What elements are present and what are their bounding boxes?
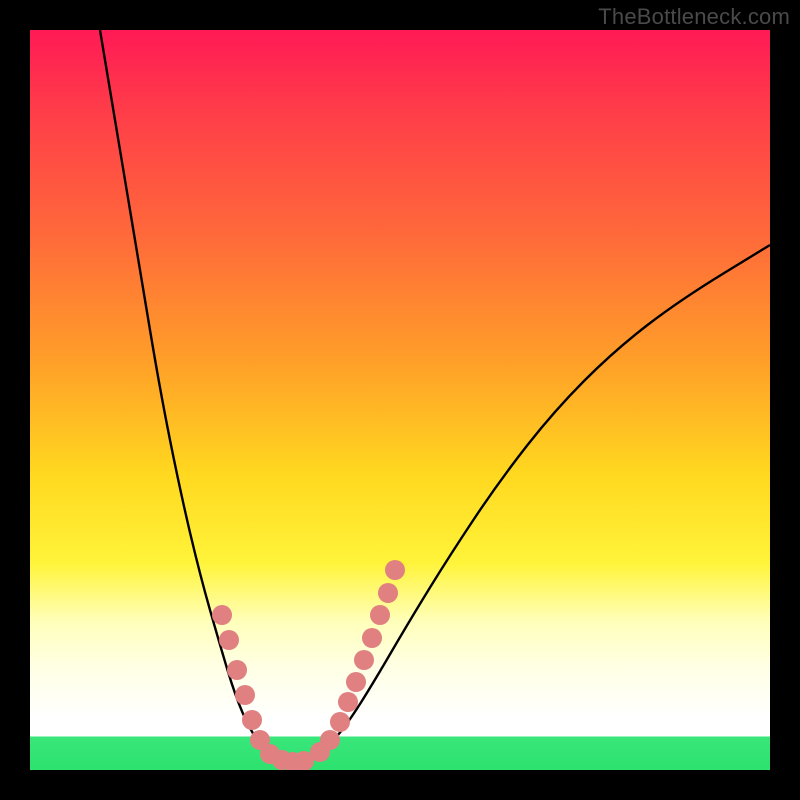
highlight-dot xyxy=(346,672,366,692)
chart-svg xyxy=(30,30,770,770)
highlight-dot xyxy=(219,630,239,650)
highlight-dot xyxy=(227,660,247,680)
highlight-dot xyxy=(362,628,382,648)
highlight-dot xyxy=(235,685,255,705)
highlight-dots-right xyxy=(310,560,405,762)
highlight-dot xyxy=(212,605,232,625)
chart-canvas: TheBottleneck.com xyxy=(0,0,800,800)
watermark-text: TheBottleneck.com xyxy=(598,4,790,30)
highlight-dot xyxy=(338,692,358,712)
plot-area xyxy=(30,30,770,770)
highlight-dot xyxy=(320,730,340,750)
highlight-dot xyxy=(385,560,405,580)
highlight-dot xyxy=(242,710,262,730)
curve-left-branch xyxy=(100,30,298,762)
highlight-dot xyxy=(378,583,398,603)
highlight-dot xyxy=(354,650,374,670)
highlight-dots-left xyxy=(212,605,314,770)
curve-right-branch xyxy=(298,245,770,762)
highlight-dot xyxy=(370,605,390,625)
highlight-dot xyxy=(330,712,350,732)
